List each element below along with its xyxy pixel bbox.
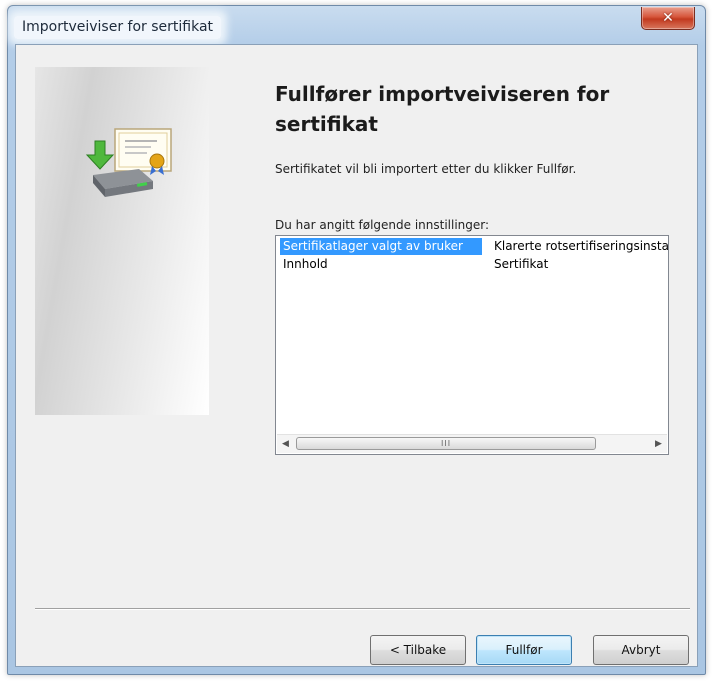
setting-value: Sertifikat (494, 257, 549, 271)
wizard-side-panel (35, 67, 209, 415)
close-icon: ✕ (662, 10, 674, 26)
certificate-import-icon (85, 128, 172, 197)
scrollbar-thumb[interactable]: III (296, 437, 596, 450)
description-text: Sertifikatet vil bli importert etter du … (275, 162, 577, 176)
close-button[interactable]: ✕ (641, 7, 695, 30)
setting-name: Innhold (283, 257, 328, 271)
setting-name: Sertifikatlager valgt av bruker (280, 238, 482, 255)
list-item[interactable]: Innhold Sertifikat (276, 254, 668, 274)
scrollbar-grip-icon: III (441, 439, 452, 448)
cancel-button[interactable]: Avbryt (593, 635, 689, 665)
title-bar[interactable]: Importveiviser for sertifikat ✕ (8, 6, 705, 44)
wizard-window: Importveiviser for sertifikat ✕ Fullføre… (7, 5, 706, 675)
setting-value: Klarerte rotsertifiseringsinstanser (494, 239, 669, 253)
scroll-left-icon[interactable]: ◀ (277, 435, 294, 453)
page-title: Fullfører importveiviseren for sertifika… (275, 82, 610, 136)
finish-button[interactable]: Fullfør (476, 635, 572, 665)
scroll-right-icon[interactable]: ▶ (650, 435, 667, 453)
list-item[interactable]: Sertifikatlager valgt av bruker Klarerte… (276, 236, 668, 256)
back-button[interactable]: < Tilbake (370, 635, 466, 665)
wizard-body: Fullfører importveiviseren for sertifika… (15, 44, 698, 667)
settings-list[interactable]: Sertifikatlager valgt av bruker Klarerte… (275, 235, 669, 455)
settings-label: Du har angitt følgende innstillinger: (275, 218, 490, 232)
button-separator (35, 608, 690, 610)
horizontal-scrollbar[interactable]: ◀ III ▶ (277, 434, 667, 453)
window-title: Importveiviser for sertifikat (14, 16, 222, 39)
